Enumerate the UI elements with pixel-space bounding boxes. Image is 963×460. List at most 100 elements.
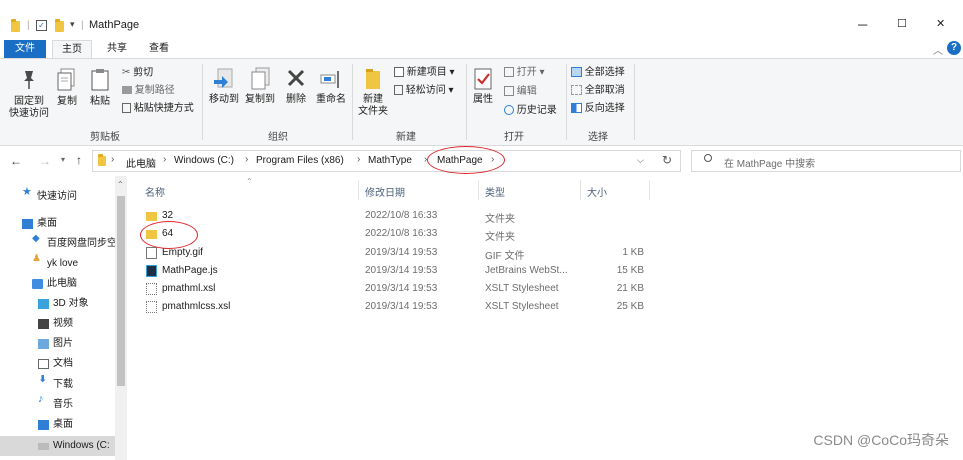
column-divider[interactable] (649, 180, 650, 200)
copy-to-label: 复制到 (245, 94, 275, 105)
new-folder-icon (366, 69, 380, 89)
breadcrumb-separator: › (163, 154, 167, 165)
close-button[interactable]: ✕ (936, 17, 945, 30)
file-row[interactable]: 64 2022/10/8 16:33 文件夹 (140, 225, 650, 243)
nav-item[interactable]: 图片 (0, 334, 115, 354)
nav-scroll-thumb[interactable] (117, 196, 125, 386)
paste-shortcut-button[interactable]: 粘贴快捷方式 (122, 103, 194, 115)
column-divider[interactable] (580, 180, 581, 200)
clipboard-group-label: 剪贴板 (90, 132, 120, 143)
nav-item[interactable]: ⬇ 下载 (0, 375, 115, 395)
breadcrumb-this-pc[interactable]: 此电脑 (126, 155, 156, 170)
nav-item[interactable]: ◆ 百度网盘同步空 (0, 234, 115, 254)
open-group-label: 打开 (504, 132, 524, 143)
nav-item[interactable]: ★ 快速访问 (0, 187, 115, 207)
xsl-file-icon (146, 283, 157, 295)
nav-item[interactable]: 视频 (0, 314, 115, 334)
new-item-icon (394, 67, 404, 78)
nav-item-label: 文档 (53, 358, 73, 369)
file-row[interactable]: pmathml.xsl 2019/3/14 19:53 XSLT Styleshee… (140, 280, 650, 298)
maximize-button[interactable]: ☐ (897, 17, 907, 30)
nav-item-label: 图片 (53, 338, 73, 349)
separator (634, 64, 635, 140)
scroll-up-button[interactable]: ⌃ (117, 180, 124, 189)
watermark: CSDN @CoCo玛奇朵 (813, 432, 949, 448)
file-row[interactable]: Empty.gif 2019/3/14 19:53 GIF 文件 1 KB (140, 244, 650, 262)
paste-button[interactable]: 粘贴 (86, 68, 114, 108)
help-icon[interactable]: ? (947, 41, 961, 55)
invert-selection-label: 反向选择 (584, 103, 625, 114)
file-row[interactable]: pmathmlcss.xsl 2019/3/14 19:53 XSLT Styles… (140, 298, 650, 316)
nav-item[interactable]: Windows (C: (0, 436, 115, 456)
cut-button[interactable]: ✂ 剪切 (122, 67, 153, 80)
select-none-icon (571, 85, 582, 96)
properties-button[interactable]: 属性 (468, 66, 498, 106)
column-header-type[interactable]: 类型 (485, 184, 505, 199)
copy-button[interactable]: 复制 (54, 68, 80, 108)
new-folder-quick-icon[interactable] (55, 19, 64, 32)
file-name: pmathmlcss.xsl (162, 301, 231, 312)
file-date: 2022/10/8 16:33 (365, 228, 438, 239)
address-dropdown-icon[interactable]: ⌵ (637, 155, 644, 166)
history-button[interactable]: 历史记录 (504, 105, 557, 117)
file-row[interactable]: MathPage.js 2019/3/14 19:53 JetBrains WebS… (140, 262, 650, 280)
select-none-button[interactable]: 全部取消 (571, 85, 625, 97)
edit-icon (504, 86, 514, 97)
breadcrumb-program-files[interactable]: Program Files (x86) (256, 155, 344, 166)
rename-icon (320, 71, 339, 88)
column-divider[interactable] (478, 180, 479, 200)
select-all-button[interactable]: 全部选择 (571, 67, 625, 79)
tab-home[interactable]: 主页 (52, 40, 92, 58)
invert-selection-button[interactable]: 反向选择 (571, 103, 625, 115)
column-header-size[interactable]: 大小 (587, 184, 607, 199)
forward-button[interactable]: → (39, 154, 51, 168)
move-to-label: 移动到 (209, 94, 239, 105)
new-item-label: 新建项目 (406, 67, 447, 78)
edit-button[interactable]: 编辑 (504, 86, 537, 98)
tab-share[interactable]: 共享 (102, 40, 132, 58)
back-button[interactable]: ← (10, 154, 22, 168)
breadcrumb-windows-c[interactable]: Windows (C:) (174, 155, 234, 166)
copy-path-label: 复制路径 (134, 85, 175, 96)
window-title: MathPage (89, 19, 140, 31)
separator (352, 64, 353, 140)
collapse-ribbon-icon[interactable]: ︿ (933, 42, 943, 57)
copy-to-button[interactable]: 复制到 (242, 66, 278, 106)
search-icon (704, 154, 712, 162)
nav-item[interactable]: 3D 对象 (0, 294, 115, 314)
file-name: pmathml.xsl (162, 283, 216, 294)
nav-item[interactable]: 桌面 (0, 415, 115, 435)
file-row[interactable]: 32 2022/10/8 16:33 文件夹 (140, 207, 650, 225)
minimize-button[interactable]: ─ (858, 17, 867, 32)
nav-item[interactable]: 文档 (0, 354, 115, 374)
column-header-name[interactable]: 名称 (145, 184, 165, 199)
column-header-date[interactable]: 修改日期 (365, 184, 405, 199)
tab-view[interactable]: 查看 (144, 40, 174, 58)
refresh-icon[interactable]: ↻ (662, 153, 672, 167)
breadcrumb-mathtype[interactable]: MathType (368, 155, 412, 166)
tab-file[interactable]: 文件 (4, 40, 46, 58)
nav-item[interactable]: ♟ yk love (0, 254, 115, 274)
file-date: 2019/3/14 19:53 (365, 283, 438, 294)
title-bar: | ✓ ▾ | MathPage ─ ☐ ✕ (0, 0, 963, 38)
up-button[interactable]: ↑ (76, 153, 82, 167)
new-item-button[interactable]: 新建项目 ▾ (394, 67, 455, 79)
delete-button[interactable]: 删除 (282, 66, 310, 106)
new-folder-button[interactable]: 新建 文件夹 (355, 66, 391, 118)
search-input[interactable]: 在 MathPage 中搜索 (724, 155, 815, 170)
column-divider[interactable] (358, 180, 359, 200)
download-icon: ⬇ (38, 375, 48, 385)
paste-label: 粘贴 (90, 96, 110, 107)
properties-quick-icon[interactable]: ✓ (36, 20, 47, 31)
move-to-button[interactable]: 移动到 (206, 66, 242, 106)
nav-item[interactable]: 桌面 (0, 214, 115, 234)
nav-item[interactable]: 此电脑 (0, 274, 115, 294)
open-button[interactable]: 打开 ▾ (504, 67, 545, 79)
nav-item[interactable]: ♪ 音乐 (0, 395, 115, 415)
recent-locations-button[interactable]: ▾ (61, 155, 65, 164)
rename-button[interactable]: 重命名 (313, 66, 349, 106)
pin-quick-access-button[interactable]: 固定到 快速访问 (8, 68, 50, 120)
easy-access-button[interactable]: 轻松访问 ▾ (394, 85, 454, 97)
copy-path-button[interactable]: 复制路径 (122, 85, 175, 97)
customize-toolbar-icon[interactable]: ▾ (70, 19, 75, 30)
